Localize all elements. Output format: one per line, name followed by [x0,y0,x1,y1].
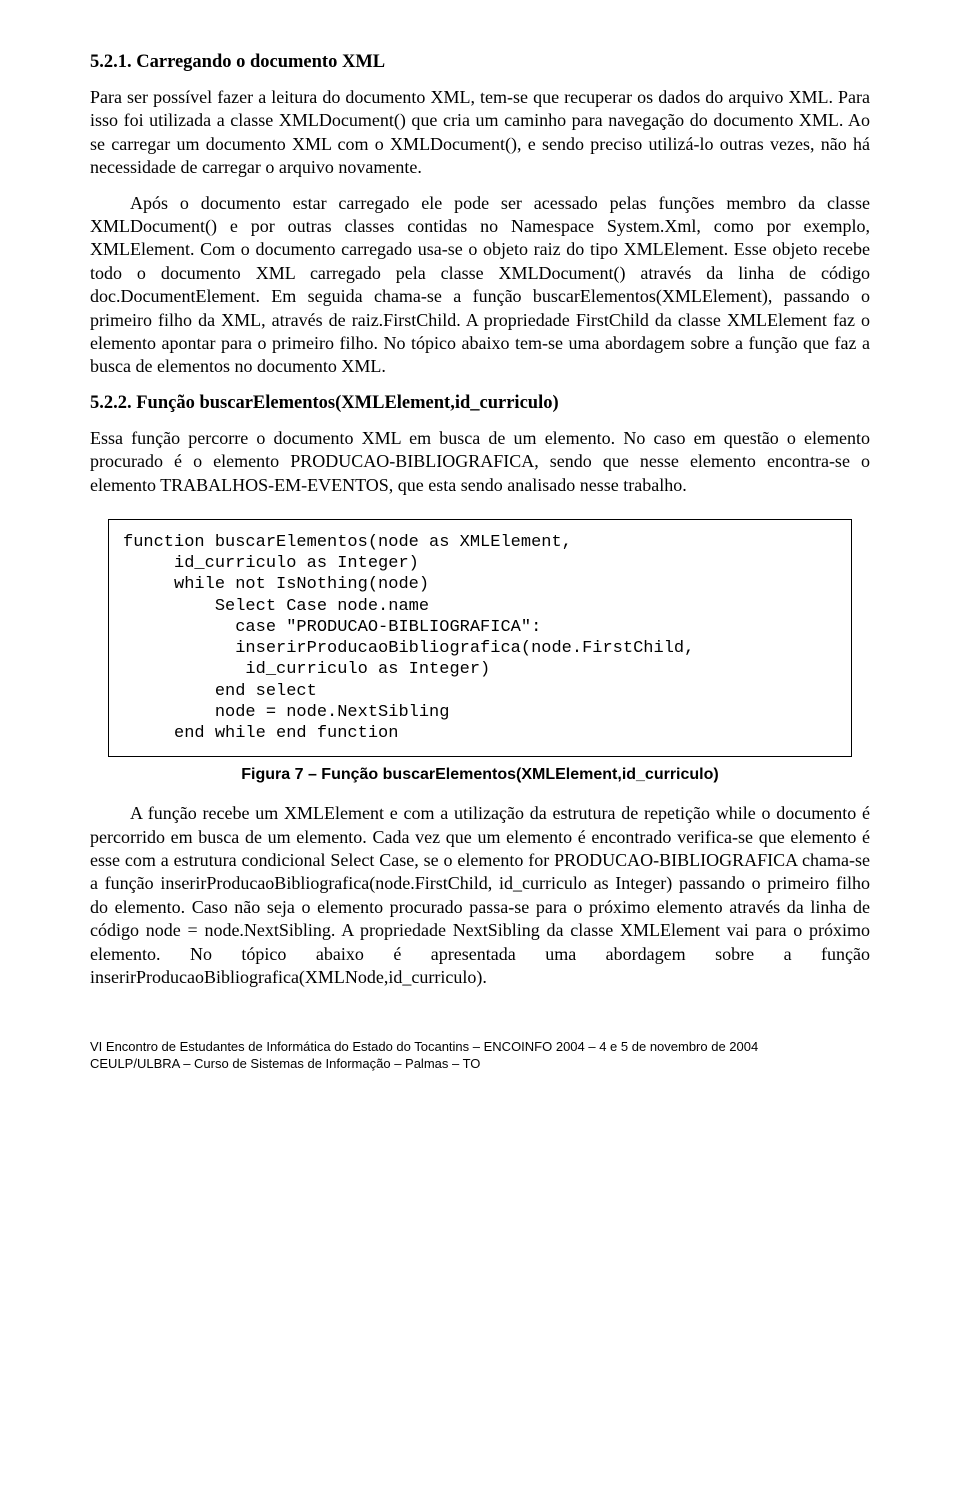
section-521-p2: Após o documento estar carregado ele pod… [90,192,870,379]
section-521-title: 5.2.1. Carregando o documento XML [90,50,870,74]
section-522-p1: Essa função percorre o documento XML em … [90,427,870,497]
footer-line-2: CEULP/ULBRA – Curso de Sistemas de Infor… [90,1056,870,1072]
figure-caption: Figura 7 – Função buscarElementos(XMLEle… [90,765,870,786]
section-521-p1: Para ser possível fazer a leitura do doc… [90,86,870,180]
section-522-p2: A função recebe um XMLElement e com a ut… [90,802,870,989]
footer-line-1: VI Encontro de Estudantes de Informática… [90,1039,870,1055]
section-522-title: 5.2.2. Função buscarElementos(XMLElement… [90,391,870,415]
code-listing: function buscarElementos(node as XMLElem… [108,519,852,758]
page-footer: VI Encontro de Estudantes de Informática… [90,1039,870,1072]
